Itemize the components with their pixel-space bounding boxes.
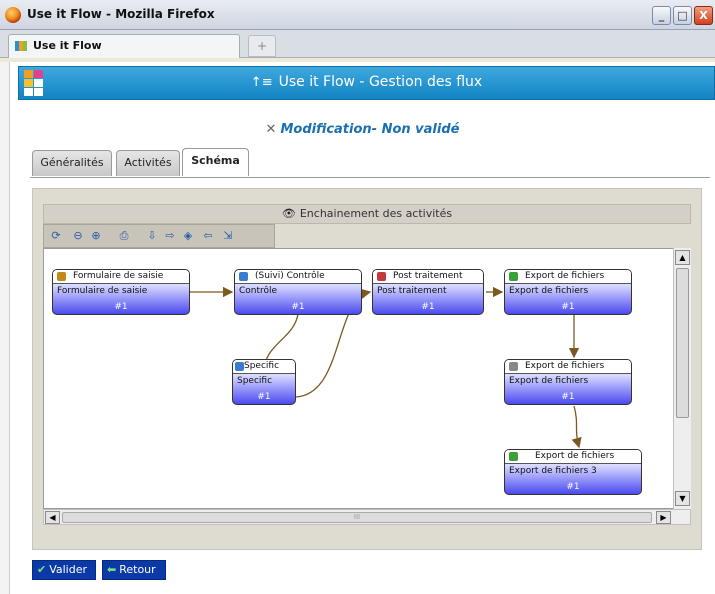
zoom-in-icon[interactable]: ⊕ [88, 228, 104, 244]
node-header: Post traitement [373, 270, 483, 284]
specific-icon [235, 362, 244, 371]
maximize-button[interactable]: □ [673, 6, 692, 25]
edge-n6-n7 [571, 405, 582, 449]
schema-panel: 👁 Enchainement des activités ⟳ ⊖ ⊕ ⎙ ⇩ ⇨ … [32, 188, 702, 550]
print-icon[interactable]: ⎙ [116, 228, 132, 244]
node-header: Export de fichiers [505, 450, 641, 464]
sidebar-edge [0, 62, 10, 594]
node-count: #1 [114, 302, 128, 312]
control-icon [239, 272, 248, 281]
node-header: Formulaire de saisie [53, 270, 189, 284]
check-icon: ✔ [37, 563, 47, 576]
window-title: Use it Flow - Mozilla Firefox [27, 7, 215, 21]
tools-icon: ✕ [265, 122, 277, 137]
schema-toolbar: ⟳ ⊖ ⊕ ⎙ ⇩ ⇨ ◈ ⇦ ⇲ [43, 224, 275, 248]
form-icon [57, 272, 66, 281]
node-title: (Suivi) Contrôle [255, 271, 325, 281]
browser-tab-strip: Use it Flow + [0, 30, 715, 58]
scroll-right-icon[interactable]: ▶ [656, 511, 671, 524]
app-favicon-icon [15, 41, 27, 51]
node-title: Export de fichiers [525, 361, 605, 371]
tool3-icon[interactable]: ⇲ [220, 228, 236, 244]
flow-node-export-2[interactable]: Export de fichiers Export de fichiers #1 [504, 359, 632, 405]
eye-icon: 👁 [281, 207, 296, 220]
tab-schema[interactable]: Schéma [182, 148, 249, 176]
flow-node-post-traitement[interactable]: Post traitement Post traitement #1 [372, 269, 484, 315]
flow-node-formulaire[interactable]: Formulaire de saisie Formulaire de saisi… [52, 269, 190, 315]
validate-label: Valider [49, 563, 88, 576]
node-name: Export de fichiers 3 [509, 466, 597, 476]
close-button[interactable]: X [694, 6, 713, 25]
flow-node-export-1[interactable]: Export de fichiers Export de fichiers #1 [504, 269, 632, 315]
node-count: #1 [257, 392, 271, 402]
node-count: #1 [566, 482, 580, 492]
flow-list-icon: ↑≡ [250, 75, 273, 90]
tab-divider [30, 177, 710, 178]
validate-button[interactable]: ✔ Valider [32, 560, 96, 580]
node-title: Post traitement [393, 271, 463, 281]
node-header: (Suivi) Contrôle [235, 270, 361, 284]
node-name: Export de fichiers [509, 286, 589, 296]
node-name: Contrôle [239, 286, 278, 296]
minimize-button[interactable]: _ [652, 6, 671, 25]
vertical-scroll-thumb[interactable] [676, 268, 689, 418]
node-name: Specific [237, 376, 273, 386]
node-title: Specific [244, 361, 280, 371]
export-icon [509, 272, 518, 281]
flow-node-specific[interactable]: Specific Specific #1 [232, 359, 296, 405]
export-icon[interactable]: ⇨ [162, 228, 178, 244]
node-count: #1 [561, 302, 575, 312]
back-button[interactable]: ⬅ Retour [102, 560, 166, 580]
node-name: Post traitement [377, 286, 447, 296]
node-count: #1 [421, 302, 435, 312]
node-title: Export de fichiers [525, 271, 605, 281]
export-icon [509, 362, 518, 371]
app-title: ↑≡ Use it Flow - Gestion des flux [19, 74, 714, 90]
node-name: Formulaire de saisie [57, 286, 148, 296]
scroll-left-icon[interactable]: ◀ [45, 511, 60, 524]
tool1-icon[interactable]: ◈ [180, 228, 196, 244]
subtitle-text: Modification- Non validé [280, 122, 460, 137]
schema-canvas[interactable]: Formulaire de saisie Formulaire de saisi… [43, 248, 691, 509]
page-content: ↑≡ Use it Flow - Gestion des flux ✕ Modifi… [10, 62, 715, 594]
scroll-down-icon[interactable]: ▼ [675, 491, 690, 506]
refresh-icon[interactable]: ⟳ [48, 228, 64, 244]
tool2-icon[interactable]: ⇦ [200, 228, 216, 244]
scroll-up-icon[interactable]: ▲ [675, 250, 690, 265]
title-bar: Use it Flow - Mozilla Firefox _ □ X [0, 0, 715, 30]
horizontal-scrollbar[interactable]: ◀ III ▶ [43, 509, 691, 525]
tab-generalites[interactable]: Généralités [32, 150, 112, 176]
horizontal-scroll-thumb[interactable]: III [62, 512, 652, 523]
page-subtitle: ✕ Modification- Non validé [10, 122, 715, 137]
schema-panel-title: Enchainement des activités [299, 207, 453, 220]
browser-tab-label: Use it Flow [33, 39, 102, 52]
schema-panel-header: 👁 Enchainement des activités [43, 204, 691, 224]
flow-node-controle[interactable]: (Suivi) Contrôle Contrôle #1 [234, 269, 362, 315]
zoom-out-icon[interactable]: ⊖ [70, 228, 86, 244]
node-header: Specific [233, 360, 295, 374]
app-header: ↑≡ Use it Flow - Gestion des flux [18, 66, 715, 100]
browser-window: Use it Flow - Mozilla Firefox _ □ X Use … [0, 0, 715, 594]
flow-node-export-3[interactable]: Export de fichiers Export de fichiers 3 … [504, 449, 642, 495]
new-tab-button[interactable]: + [248, 35, 276, 57]
app-title-text: Use it Flow - Gestion des flux [278, 74, 483, 90]
vertical-scrollbar[interactable]: ▲ ▼ [673, 248, 691, 509]
process-icon [377, 272, 386, 281]
node-title: Formulaire de saisie [73, 271, 164, 281]
tab-activites[interactable]: Activités [116, 150, 180, 176]
node-title: Export de fichiers [535, 451, 615, 461]
import-icon[interactable]: ⇩ [144, 228, 160, 244]
node-count: #1 [291, 302, 305, 312]
arrow-left-icon: ⬅ [107, 563, 117, 576]
firefox-logo-icon [5, 7, 21, 23]
browser-tab-use-it-flow[interactable]: Use it Flow [8, 34, 240, 58]
node-header: Export de fichiers [505, 360, 631, 374]
node-header: Export de fichiers [505, 270, 631, 284]
node-name: Export de fichiers [509, 376, 589, 386]
export-icon [509, 452, 518, 461]
back-label: Retour [119, 563, 156, 576]
node-count: #1 [561, 392, 575, 402]
